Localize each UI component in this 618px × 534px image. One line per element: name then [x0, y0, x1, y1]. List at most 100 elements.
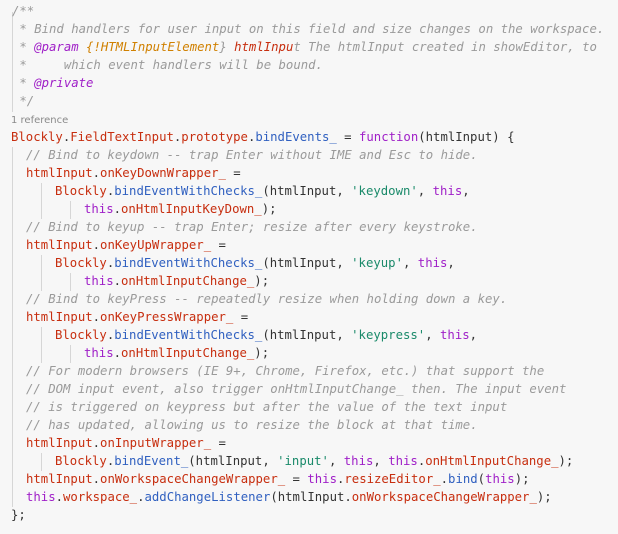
code-token: // is triggered on keypress but after th…	[26, 400, 508, 414]
code-token: workspace_	[63, 490, 138, 504]
code-token: .	[92, 238, 101, 252]
code-token: Blockly	[11, 130, 63, 144]
code-token: bindEvent_	[114, 454, 189, 468]
doc-comment-line: * which event handlers will be bound.	[12, 56, 323, 74]
code-token: this	[440, 328, 470, 342]
code-line: htmlInput.onKeyUpWrapper_ =	[26, 236, 226, 254]
code-token: this	[84, 202, 114, 216]
doc-text: @private	[34, 76, 94, 90]
code-token: // Bind to keydown -- trap Enter without…	[26, 148, 478, 162]
code-token: prototype	[181, 130, 248, 144]
code-token: =	[225, 166, 241, 180]
code-token: this	[485, 472, 515, 486]
code-token: onKeyPressWrapper_	[100, 310, 234, 324]
code-token: htmlInput	[26, 310, 93, 324]
code-token: this	[388, 454, 418, 468]
code-line: htmlInput.onWorkspaceChangeWrapper_ = th…	[26, 470, 530, 488]
code-token: ,	[469, 328, 478, 342]
code-token: Blockly	[55, 328, 107, 342]
keypress-indent-guide-1	[41, 327, 42, 363]
code-token: onKeyDownWrapper_	[100, 166, 226, 180]
code-token: );	[254, 346, 270, 360]
code-token: function	[359, 130, 419, 144]
code-line: this.workspace_.addChangeListener(htmlIn…	[26, 488, 552, 506]
code-line: // For modern browsers (IE 9+, Chrome, F…	[26, 362, 544, 380]
code-token: onHtmlInputChange_	[121, 274, 255, 288]
doc-comment-line: * @param {!HTMLInputElement} htmlInput T…	[12, 38, 597, 56]
code-token: };	[11, 508, 26, 522]
code-line: // Bind to keydown -- trap Enter without…	[26, 146, 478, 164]
code-token: this	[343, 454, 374, 468]
code-token: // has updated, allowing us to resize th…	[26, 418, 478, 432]
code-token: this	[84, 346, 114, 360]
code-line: Blockly.bindEvent_(htmlInput, 'input', t…	[55, 452, 573, 470]
code-token: .	[440, 472, 449, 486]
code-token: );	[261, 202, 277, 216]
code-token: =	[285, 472, 308, 486]
code-token: (htmlInput,	[262, 184, 352, 198]
code-token: bindEventWithChecks_	[114, 184, 263, 198]
code-token: );	[514, 472, 530, 486]
code-token: FieldTextInput	[70, 130, 174, 144]
code-token: (htmlInput,	[262, 328, 352, 342]
code-token: .	[92, 310, 101, 324]
doc-text: {!HTMLInputElement	[86, 40, 220, 54]
code-token: ,	[462, 184, 470, 198]
keydown-indent-guide-1	[41, 183, 42, 219]
code-line: // DOM input event, also trigger onHtmlI…	[26, 380, 566, 398]
doc-text: * which event handlers will be bound.	[12, 58, 323, 72]
code-token: ,	[425, 328, 441, 342]
code-token: =	[336, 130, 359, 144]
code-line: Blockly.FieldTextInput.prototype.bindEve…	[11, 128, 514, 146]
code-token: 'keyup'	[351, 256, 403, 270]
code-line: // Bind to keyup -- trap Enter; resize a…	[26, 218, 478, 236]
code-token: ,	[402, 256, 418, 270]
doc-text: */	[12, 94, 35, 108]
doc-text: htmlInpu	[226, 40, 294, 54]
input-indent-guide	[41, 453, 42, 471]
code-token: addChangeListener	[144, 490, 271, 504]
code-token: 'input'	[277, 454, 329, 468]
code-line: htmlInput.onInputWrapper_ =	[26, 434, 226, 452]
code-token: onWorkspaceChangeWrapper_	[100, 472, 286, 486]
code-token: bindEventWithChecks_	[114, 328, 263, 342]
doc-text	[79, 40, 86, 54]
code-token: (htmlInput,	[262, 256, 352, 270]
doc-text: t The htmlInput created in showEditor, t…	[293, 40, 597, 54]
doc-text: @param	[34, 40, 79, 54]
code-token: 'keydown'	[351, 184, 418, 198]
code-token: ,	[328, 454, 344, 468]
codelens-references[interactable]: 1 reference	[11, 114, 68, 128]
code-token: bindEventWithChecks_	[114, 256, 263, 270]
code-token: this	[84, 274, 114, 288]
doc-comment-line: */	[12, 92, 34, 110]
code-token: onWorkspaceChangeWrapper_	[351, 490, 537, 504]
code-editor[interactable]: /** * Bind handlers for user input on th…	[0, 0, 618, 534]
code-token: ,	[447, 256, 455, 270]
code-token: =	[211, 436, 226, 450]
code-line: this.onHtmlInputChange_);	[84, 344, 269, 362]
code-token: .	[92, 472, 101, 486]
code-token: .	[113, 202, 122, 216]
doc-text: *	[12, 76, 35, 90]
code-token: // Bind to keyPress -- repeatedly resize…	[26, 292, 508, 306]
code-token: bindEvents_	[255, 130, 337, 144]
code-token: onHtmlInputChange_	[121, 346, 255, 360]
code-token: );	[558, 454, 574, 468]
keyup-indent-guide-2	[70, 273, 71, 291]
code-line: htmlInput.onKeyPressWrapper_ =	[26, 308, 248, 326]
code-token: .	[113, 274, 122, 288]
code-token: (htmlInput.	[270, 490, 352, 504]
keypress-indent-guide-2	[70, 345, 71, 363]
code-line: this.onHtmlInputChange_);	[84, 272, 269, 290]
code-token: resizeEditor_	[344, 472, 441, 486]
keyup-indent-guide-1	[41, 255, 42, 291]
code-line: };	[11, 506, 26, 524]
doc-comment-line: * @private	[12, 74, 93, 92]
code-token: .	[92, 436, 101, 450]
code-token: (	[477, 472, 486, 486]
code-token: .	[92, 166, 101, 180]
code-token: =	[233, 310, 249, 324]
function-indent-guide	[12, 147, 13, 507]
doc-comment-line: * Bind handlers for user input on this f…	[12, 20, 604, 38]
